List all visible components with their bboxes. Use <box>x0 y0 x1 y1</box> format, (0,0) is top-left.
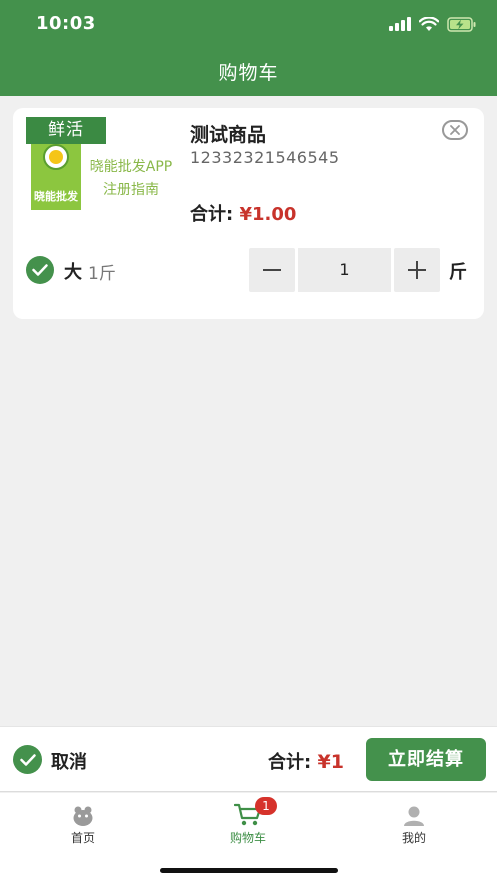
minus-icon <box>263 269 281 271</box>
tab-mine[interactable]: 我的 <box>364 801 464 846</box>
product-image-line2: 注册指南 <box>103 182 159 198</box>
item-subtotal-label: 合计: <box>190 204 234 225</box>
signal-icon <box>389 17 411 31</box>
plus-icon <box>408 261 426 279</box>
item-select-checkbox[interactable] <box>26 256 54 284</box>
cart-badge: 1 <box>255 797 277 815</box>
item-subtotal: 合计: ¥1.00 <box>190 200 296 226</box>
decrease-quantity-button[interactable] <box>249 248 295 292</box>
spec-size: 大 <box>64 262 82 283</box>
cart-total-label: 合计: <box>268 752 312 773</box>
page-title: 购物车 <box>218 62 279 84</box>
quantity-stepper: 1 <box>249 248 441 292</box>
cart-total-price: ¥1 <box>317 751 344 773</box>
tab-cart-label: 购物车 <box>229 831 266 845</box>
user-icon <box>404 806 424 826</box>
home-indicator <box>160 868 338 873</box>
checkmark-icon <box>19 753 36 766</box>
quantity-unit: 斤 <box>449 262 467 283</box>
remove-item-button[interactable] <box>442 120 468 140</box>
close-icon <box>450 125 460 135</box>
product-image-logo-text: 晓能批发 <box>34 189 79 203</box>
tab-home[interactable]: 首页 <box>33 801 133 846</box>
product-code: 12332321546545 <box>190 148 340 167</box>
cart-total: 合计: ¥1 <box>268 748 344 774</box>
app-header: 10:03 购物车 <box>0 0 497 96</box>
checkout-button[interactable]: 立即结算 <box>366 738 486 781</box>
increase-quantity-button[interactable] <box>394 248 440 292</box>
status-time: 10:03 <box>36 13 96 34</box>
spec-row: 大 1斤 <box>26 256 266 284</box>
home-icon <box>73 806 93 826</box>
quantity-value[interactable]: 1 <box>298 248 391 292</box>
cart-item-card: 鲜活 晓能批发 晓能批发APP 注册指南 测试商品 12332321546545… <box>13 108 484 319</box>
tab-bar: 首页 1 购物车 我的 <box>0 793 497 883</box>
product-name: 测试商品 <box>190 124 267 146</box>
product-image[interactable]: 晓能批发 晓能批发APP 注册指南 <box>31 144 181 210</box>
cancel-select-label[interactable]: 取消 <box>51 748 87 774</box>
product-image-line1: 晓能批发APP <box>90 159 172 175</box>
status-icons <box>389 14 477 34</box>
spec-weight: 1斤 <box>88 264 116 284</box>
item-subtotal-price: ¥1.00 <box>239 204 297 225</box>
wifi-icon <box>419 16 439 31</box>
tab-mine-label: 我的 <box>401 831 426 845</box>
battery-icon <box>447 16 476 32</box>
checkmark-icon <box>32 264 48 276</box>
tab-home-label: 首页 <box>70 831 95 845</box>
checkout-bar: 取消 合计: ¥1 立即结算 <box>0 726 497 792</box>
product-tag: 鲜活 <box>26 117 106 144</box>
tab-cart[interactable]: 1 购物车 <box>198 797 298 846</box>
select-all-checkbox[interactable] <box>13 745 42 774</box>
